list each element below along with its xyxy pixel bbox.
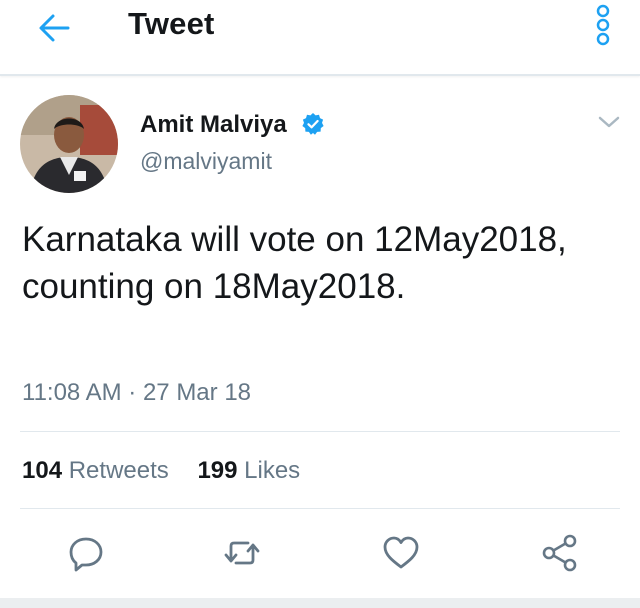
likes-count: 199 — [197, 457, 238, 484]
retweets-label: Retweets — [68, 457, 169, 484]
author-handle[interactable]: @malviyamit — [140, 148, 272, 175]
likes-label: Likes — [244, 457, 301, 484]
top-app-bar: Tweet — [0, 0, 640, 76]
reply-button[interactable] — [66, 533, 106, 573]
retweets-stat[interactable]: 104 Retweets — [22, 457, 169, 485]
back-button[interactable] — [34, 10, 74, 46]
likes-stat[interactable]: 199 Likes — [197, 457, 300, 485]
tweet-stats: 104 Retweets 199 Likes — [22, 457, 322, 485]
tweet-timestamp: 11:08 AM · 27 Mar 18 — [22, 379, 252, 406]
more-vertical-icon — [596, 4, 610, 46]
divider — [20, 508, 620, 509]
overflow-menu-button[interactable] — [591, 2, 615, 48]
retweet-button[interactable] — [222, 533, 262, 573]
avatar[interactable] — [20, 95, 118, 193]
share-icon — [542, 534, 577, 572]
chevron-down-icon — [598, 116, 620, 128]
like-button[interactable] — [381, 533, 421, 573]
tweet-options-button[interactable] — [594, 110, 624, 134]
retweets-count: 104 — [22, 457, 63, 484]
tweet-text: Karnataka will vote on 12May2018, counti… — [22, 220, 567, 306]
verified-badge-icon — [301, 112, 325, 136]
divider — [20, 431, 620, 432]
like-icon — [383, 536, 419, 569]
share-button[interactable] — [540, 533, 580, 573]
page-title: Tweet — [128, 6, 215, 41]
arrow-left-icon — [39, 14, 70, 42]
bottom-divider — [0, 598, 640, 608]
retweet-icon — [224, 541, 260, 565]
author-name[interactable]: Amit Malviya — [140, 111, 287, 139]
reply-icon — [69, 537, 103, 572]
